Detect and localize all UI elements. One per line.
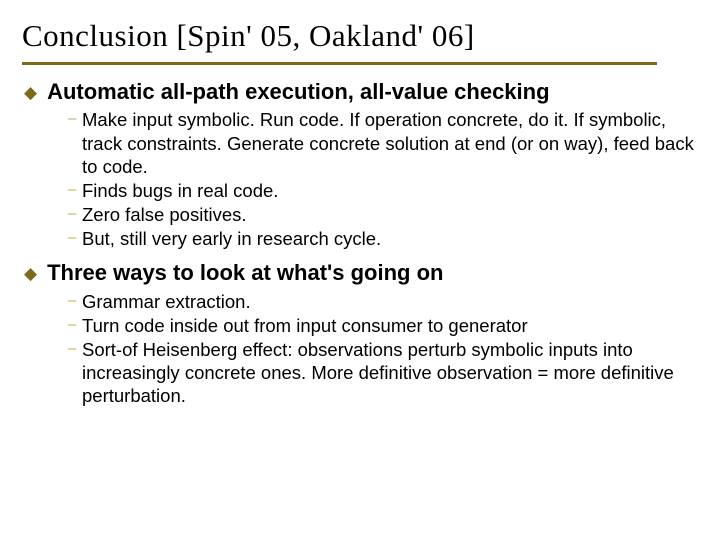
diamond-bullet-icon: ◆ [24, 81, 37, 105]
point-heading: Three ways to look at what's going on [47, 260, 443, 286]
sub-text: Turn code inside out from input consumer… [82, 314, 528, 337]
slide-title: Conclusion [Spin' 05, Oakland' 06] [22, 18, 698, 60]
title-underline [22, 62, 657, 65]
dash-bullet-icon: – [68, 203, 82, 225]
slide-content: ◆ Automatic all-path execution, all-valu… [22, 79, 698, 407]
dash-bullet-icon: – [68, 179, 82, 201]
sub-text: Zero false positives. [82, 203, 247, 226]
sub-bullet-item: – Sort-of Heisenberg effect: observation… [68, 338, 698, 407]
sub-bullet-item: – But, still very early in research cycl… [68, 227, 698, 250]
dash-bullet-icon: – [68, 108, 82, 130]
sub-list: – Make input symbolic. Run code. If oper… [24, 108, 698, 250]
dash-bullet-icon: – [68, 314, 82, 336]
bullet-point: ◆ Automatic all-path execution, all-valu… [24, 79, 698, 105]
bullet-point: ◆ Three ways to look at what's going on [24, 260, 698, 286]
sub-bullet-item: – Make input symbolic. Run code. If oper… [68, 108, 698, 177]
sub-text: But, still very early in research cycle. [82, 227, 381, 250]
diamond-bullet-icon: ◆ [24, 262, 37, 286]
sub-text: Sort-of Heisenberg effect: observations … [82, 338, 698, 407]
dash-bullet-icon: – [68, 227, 82, 249]
sub-bullet-item: – Finds bugs in real code. [68, 179, 698, 202]
sub-text: Finds bugs in real code. [82, 179, 278, 202]
slide: Conclusion [Spin' 05, Oakland' 06] ◆ Aut… [0, 0, 720, 540]
point-heading: Automatic all-path execution, all-value … [47, 79, 549, 105]
sub-bullet-item: – Grammar extraction. [68, 290, 698, 313]
sub-text: Grammar extraction. [82, 290, 251, 313]
sub-list: – Grammar extraction. – Turn code inside… [24, 290, 698, 408]
sub-bullet-item: – Turn code inside out from input consum… [68, 314, 698, 337]
dash-bullet-icon: – [68, 338, 82, 360]
sub-bullet-item: – Zero false positives. [68, 203, 698, 226]
dash-bullet-icon: – [68, 290, 82, 312]
sub-text: Make input symbolic. Run code. If operat… [82, 108, 698, 177]
